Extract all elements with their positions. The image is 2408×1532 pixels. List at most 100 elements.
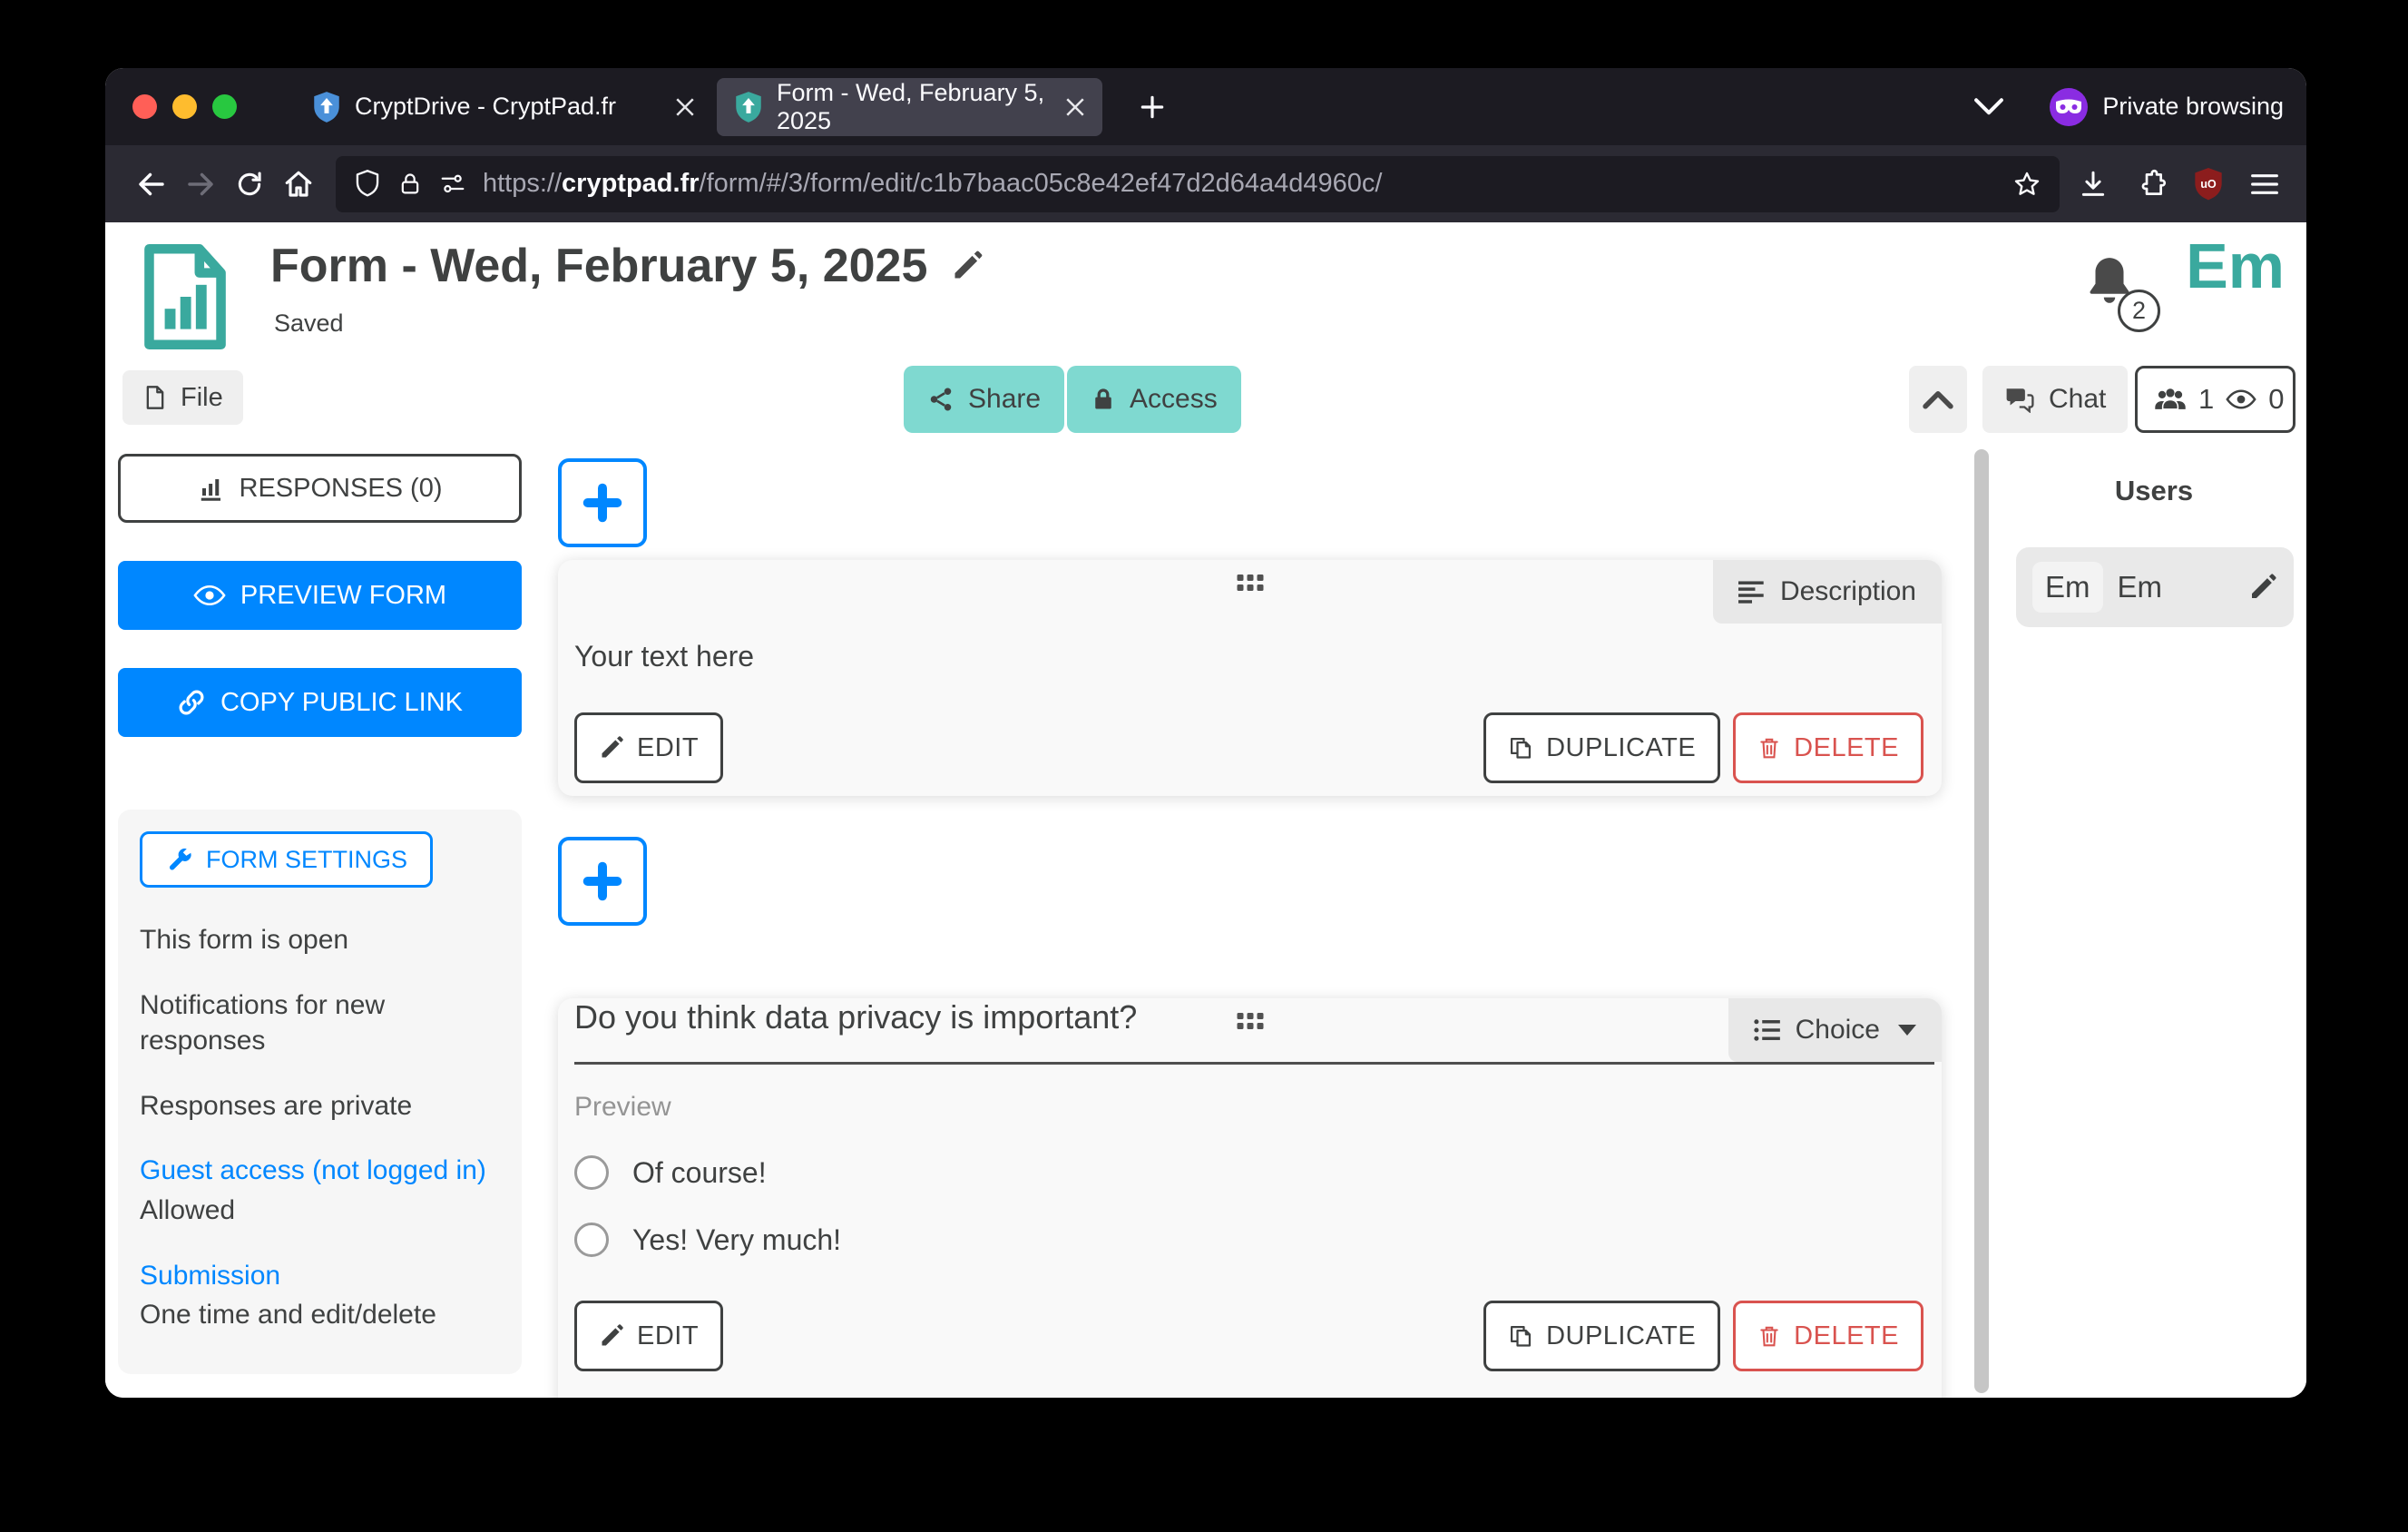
chevron-up-icon — [1923, 389, 1953, 409]
edit-name-pencil-icon[interactable] — [2248, 573, 2277, 602]
drag-handle-icon[interactable] — [1237, 1013, 1263, 1029]
trash-icon — [1757, 1323, 1781, 1349]
url-bar[interactable]: https://cryptpad.fr/form/#/3/form/edit/c… — [336, 156, 2060, 212]
rename-pencil-icon[interactable] — [951, 250, 984, 282]
users-panel: Users Em Em — [2002, 449, 2306, 627]
copy-public-link-button[interactable]: COPY PUBLIC LINK — [118, 668, 522, 737]
align-left-icon — [1738, 580, 1766, 604]
duplicate-pages-icon — [1508, 735, 1533, 761]
document-title[interactable]: Form - Wed, February 5, 2025 — [270, 239, 927, 293]
duplicate-label: DUPLICATE — [1546, 733, 1696, 763]
radio-button[interactable] — [574, 1155, 609, 1190]
viewers-eye-icon — [2226, 388, 2256, 410]
chat-label: Chat — [2049, 384, 2106, 415]
wrench-icon — [165, 846, 192, 873]
add-block-button[interactable] — [558, 837, 647, 926]
block-type-dropdown[interactable]: Choice — [1728, 998, 1942, 1062]
ublock-origin-icon[interactable]: uO — [2194, 168, 2223, 201]
lock-icon — [1091, 386, 1116, 413]
editors-group-icon — [2154, 388, 2187, 411]
delete-button[interactable]: DELETE — [1733, 712, 1923, 783]
tab-title: CryptDrive - CryptPad.fr — [355, 93, 661, 121]
duplicate-button[interactable]: DUPLICATE — [1483, 1301, 1720, 1371]
plus-icon — [582, 482, 623, 524]
forward-button[interactable] — [176, 160, 225, 209]
drag-handle-icon[interactable] — [1237, 574, 1263, 591]
users-panel-title: Users — [2002, 475, 2306, 507]
duplicate-button[interactable]: DUPLICATE — [1483, 712, 1720, 783]
connection-lock-icon[interactable] — [397, 171, 423, 198]
file-menu-button[interactable]: File — [122, 370, 243, 425]
plus-icon — [582, 860, 623, 902]
tracking-protection-shield-icon[interactable] — [354, 170, 381, 199]
extensions-icon[interactable] — [2136, 169, 2167, 200]
form-block-choice: Choice Do you think data privacy is impo… — [558, 998, 1942, 1398]
edit-button[interactable]: EDIT — [574, 1301, 723, 1371]
navigation-bar: https://cryptpad.fr/form/#/3/form/edit/c… — [105, 145, 2306, 222]
access-label: Access — [1130, 384, 1218, 415]
collapse-toolbar-button[interactable] — [1909, 366, 1967, 433]
preview-form-label: PREVIEW FORM — [240, 581, 446, 611]
tab-close-icon[interactable] — [676, 98, 694, 116]
tab-list-chevron-icon[interactable] — [1973, 97, 2004, 117]
list-icon — [1754, 1018, 1781, 1042]
setting-form-open: This form is open — [140, 922, 500, 958]
radio-button[interactable] — [574, 1223, 609, 1257]
edit-label: EDIT — [637, 1321, 699, 1351]
form-builder: Description Your text here EDIT — [558, 445, 1942, 1398]
chat-button[interactable]: Chat — [1982, 366, 2128, 433]
setting-submission-value: One time and edit/delete — [140, 1297, 500, 1333]
close-window-button[interactable] — [132, 94, 157, 119]
edit-button[interactable]: EDIT — [574, 712, 723, 783]
tab-bar: CryptDrive - CryptPad.fr Form - Wed, Feb… — [105, 68, 2306, 145]
tab-close-icon[interactable] — [1066, 98, 1084, 116]
tab-cryptdrive[interactable]: CryptDrive - CryptPad.fr — [313, 92, 694, 123]
preview-eye-icon — [193, 584, 226, 607]
url-text[interactable]: https://cryptpad.fr/form/#/3/form/edit/c… — [483, 169, 1996, 199]
share-button[interactable]: Share — [904, 366, 1064, 433]
downloads-icon[interactable] — [2078, 169, 2109, 200]
duplicate-label: DUPLICATE — [1546, 1321, 1696, 1351]
delete-label: DELETE — [1794, 733, 1899, 763]
permissions-icon[interactable] — [439, 172, 466, 196]
back-button[interactable] — [127, 160, 176, 209]
form-sidebar: RESPONSES (0) PREVIEW FORM COPY PUBLIC L… — [118, 454, 522, 1374]
notifications-bell[interactable]: 2 — [2081, 253, 2163, 337]
save-status: Saved — [274, 309, 344, 338]
chat-bubbles-icon — [2004, 386, 2035, 413]
form-settings-button[interactable]: FORM SETTINGS — [140, 831, 433, 888]
user-list-item: Em Em — [2016, 547, 2294, 627]
form-block-description: Description Your text here EDIT — [558, 560, 1942, 796]
form-settings-panel: FORM SETTINGS This form is open Notifica… — [118, 810, 522, 1374]
option-label: Yes! Very much! — [632, 1223, 841, 1257]
option-label: Of course! — [632, 1156, 767, 1190]
delete-button[interactable]: DELETE — [1733, 1301, 1923, 1371]
user-avatar[interactable]: Em — [2186, 230, 2285, 302]
add-block-button[interactable] — [558, 458, 647, 547]
viewers-count: 0 — [2268, 383, 2284, 416]
new-tab-button[interactable] — [1138, 93, 1167, 122]
poll-chart-icon — [198, 475, 225, 502]
private-mask-icon — [2050, 88, 2088, 126]
menu-hamburger-icon[interactable] — [2250, 172, 2279, 197]
tab-form-active[interactable]: Form - Wed, February 5, 2025 — [717, 78, 1102, 136]
file-document-icon — [142, 383, 168, 412]
url-domain: cryptpad.fr — [562, 169, 699, 198]
vertical-scrollbar[interactable] — [1974, 449, 1989, 1393]
access-button[interactable]: Access — [1067, 366, 1241, 433]
minimize-window-button[interactable] — [172, 94, 197, 119]
window-controls — [105, 94, 237, 119]
file-menu-label: File — [181, 383, 223, 413]
home-button[interactable] — [274, 160, 323, 209]
bookmark-star-icon[interactable] — [2012, 170, 2041, 199]
responses-button[interactable]: RESPONSES (0) — [118, 454, 522, 523]
private-browsing-label: Private browsing — [2102, 93, 2284, 121]
reload-button[interactable] — [225, 160, 274, 209]
presence-indicator[interactable]: 1 0 — [2135, 366, 2295, 433]
block-type-label: Choice — [1796, 1015, 1880, 1046]
setting-guest-access-link[interactable]: Guest access (not logged in) — [140, 1153, 500, 1189]
trash-icon — [1757, 735, 1781, 761]
preview-form-button[interactable]: PREVIEW FORM — [118, 561, 522, 630]
setting-submission-link[interactable]: Submission — [140, 1258, 500, 1294]
zoom-window-button[interactable] — [212, 94, 237, 119]
